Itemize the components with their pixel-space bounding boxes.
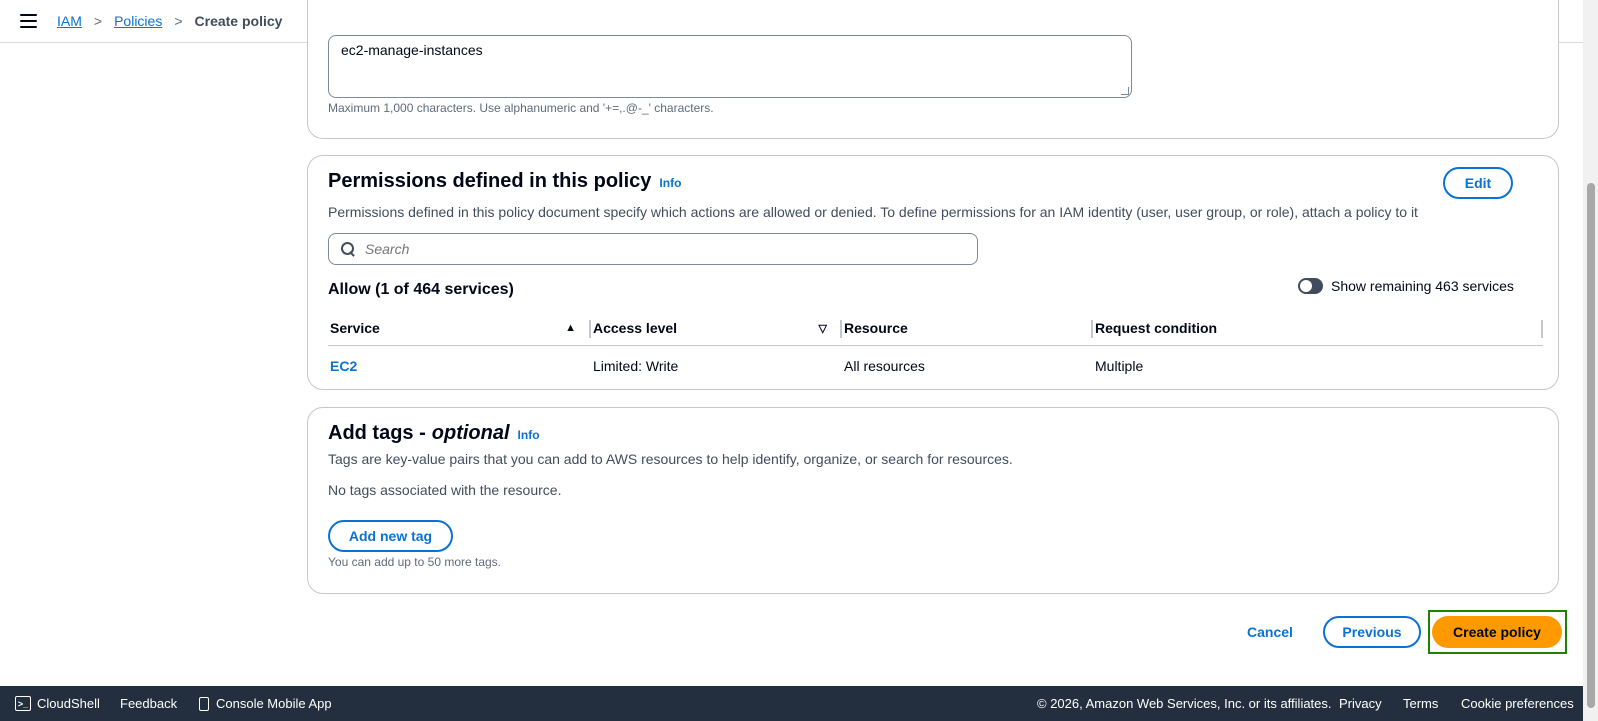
terms-link[interactable]: Terms xyxy=(1403,696,1438,711)
show-remaining-toggle-wrap[interactable]: Show remaining 463 services xyxy=(1298,278,1514,294)
table-header: Service ▲ Access level ▽ Resource Reques… xyxy=(328,311,1543,346)
tags-limit-hint: You can add up to 50 more tags. xyxy=(328,555,502,569)
table-row: EC2 Limited: Write All resources Multipl… xyxy=(328,346,1543,386)
resize-handle-icon[interactable] xyxy=(1121,87,1129,95)
column-header-label: Resource xyxy=(844,320,908,336)
breadcrumb: IAM > Policies > Create policy xyxy=(57,13,282,29)
tags-container: Add tags - optional Info Tags are key-va… xyxy=(307,407,1559,594)
show-remaining-toggle[interactable] xyxy=(1298,278,1323,294)
page-scrollbar[interactable] xyxy=(1583,0,1598,721)
permissions-info-link[interactable]: Info xyxy=(659,176,681,190)
description-textarea-value: ec2-manage-instances xyxy=(341,42,483,58)
column-header-label: Request condition xyxy=(1095,320,1218,336)
console-mobile-app-label: Console Mobile App xyxy=(216,696,332,711)
allow-title: Allow (1 of 464 services) xyxy=(328,281,514,298)
cell-access-level: Limited: Write xyxy=(593,358,679,374)
column-header-label: Access level xyxy=(593,320,678,336)
create-policy-button[interactable]: Create policy xyxy=(1432,616,1562,648)
no-tags-text: No tags associated with the resource. xyxy=(328,482,562,498)
mobile-phone-icon xyxy=(199,696,209,711)
console-mobile-app-link[interactable]: Console Mobile App xyxy=(199,696,332,711)
breadcrumb-policies[interactable]: Policies xyxy=(114,13,162,29)
cell-service: EC2 xyxy=(328,346,591,386)
column-header-access-level[interactable]: Access level ▽ xyxy=(591,311,842,345)
menu-icon[interactable] xyxy=(20,14,37,28)
cancel-button[interactable]: Cancel xyxy=(1247,624,1293,640)
search-input[interactable] xyxy=(365,241,925,257)
permissions-title: Permissions defined in this policy xyxy=(328,170,652,192)
tags-description: Tags are key-value pairs that you can ad… xyxy=(328,451,1013,467)
previous-button[interactable]: Previous xyxy=(1323,616,1421,648)
description-hint: Maximum 1,000 characters. Use alphanumer… xyxy=(328,101,714,115)
description-textarea[interactable]: ec2-manage-instances xyxy=(328,35,1132,98)
add-new-tag-button[interactable]: Add new tag xyxy=(328,520,453,552)
breadcrumb-iam[interactable]: IAM xyxy=(57,13,82,29)
chevron-right-icon: > xyxy=(174,13,183,29)
policy-details-container: ec2-manage-instances Maximum 1,000 chara… xyxy=(307,0,1559,139)
column-header-label: Service xyxy=(330,320,380,336)
copyright-text: © 2026, Amazon Web Services, Inc. or its… xyxy=(1037,696,1332,711)
cookie-preferences-link[interactable]: Cookie preferences xyxy=(1461,696,1574,711)
column-header-resource[interactable]: Resource xyxy=(842,311,1093,345)
sort-unsorted-icon[interactable]: ▽ xyxy=(819,322,827,335)
permissions-table: Service ▲ Access level ▽ Resource Reques… xyxy=(328,311,1543,386)
footer-bar: >_ CloudShell Feedback Console Mobile Ap… xyxy=(0,686,1583,721)
service-link-ec2[interactable]: EC2 xyxy=(330,358,357,374)
breadcrumb-current: Create policy xyxy=(194,13,283,29)
scrollbar-thumb[interactable] xyxy=(1587,183,1595,708)
column-resizer[interactable] xyxy=(1541,320,1543,338)
edit-button[interactable]: Edit xyxy=(1443,167,1513,199)
cloudshell-icon: >_ xyxy=(15,696,31,711)
tags-info-link[interactable]: Info xyxy=(518,428,540,442)
sort-ascending-icon[interactable]: ▲ xyxy=(565,322,576,334)
column-header-request-condition[interactable]: Request condition xyxy=(1093,311,1543,345)
tags-title-optional: optional xyxy=(431,422,510,444)
cloudshell-label: CloudShell xyxy=(37,696,100,711)
tags-heading: Add tags - optional Info xyxy=(328,422,540,445)
cell-request-condition: Multiple xyxy=(1095,358,1144,374)
column-header-service[interactable]: Service ▲ xyxy=(328,311,591,345)
permissions-heading: Permissions defined in this policy Info xyxy=(328,170,681,193)
tags-title: Add tags - xyxy=(328,422,426,444)
cloudshell-link[interactable]: >_ CloudShell xyxy=(15,696,100,711)
show-remaining-label: Show remaining 463 services xyxy=(1331,278,1514,294)
permissions-description: Permissions defined in this policy docum… xyxy=(328,204,1418,220)
cell-resource: All resources xyxy=(844,358,925,374)
chevron-right-icon: > xyxy=(93,13,103,29)
feedback-link[interactable]: Feedback xyxy=(120,696,177,711)
privacy-link[interactable]: Privacy xyxy=(1339,696,1382,711)
permissions-container: Permissions defined in this policy Info … xyxy=(307,155,1559,390)
search-icon xyxy=(341,242,355,256)
search-field[interactable] xyxy=(328,233,978,265)
